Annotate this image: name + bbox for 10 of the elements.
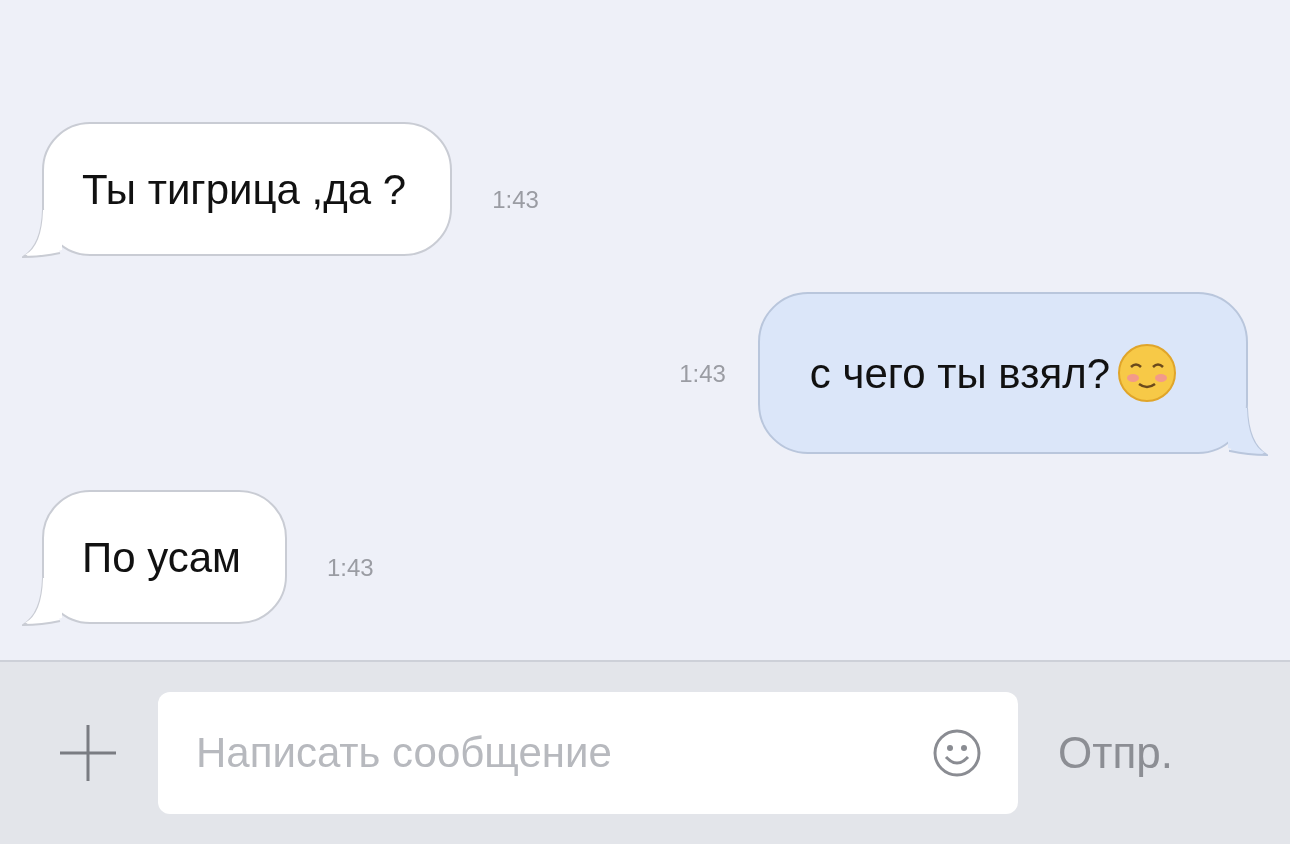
message-text: Ты тигрица ,да ?	[82, 164, 407, 215]
message-text: с чего ты взял?	[809, 348, 1110, 399]
send-button[interactable]: Отпр.	[1058, 720, 1173, 786]
message-time: 1:43	[492, 185, 539, 215]
add-icon[interactable]	[58, 723, 118, 783]
smiley-icon[interactable]	[932, 728, 982, 778]
message-time: 1:43	[327, 553, 374, 583]
message-text: По усам	[82, 532, 241, 583]
message-time: 1:43	[679, 359, 726, 389]
message-input[interactable]: Написать сообщение	[158, 692, 1018, 814]
